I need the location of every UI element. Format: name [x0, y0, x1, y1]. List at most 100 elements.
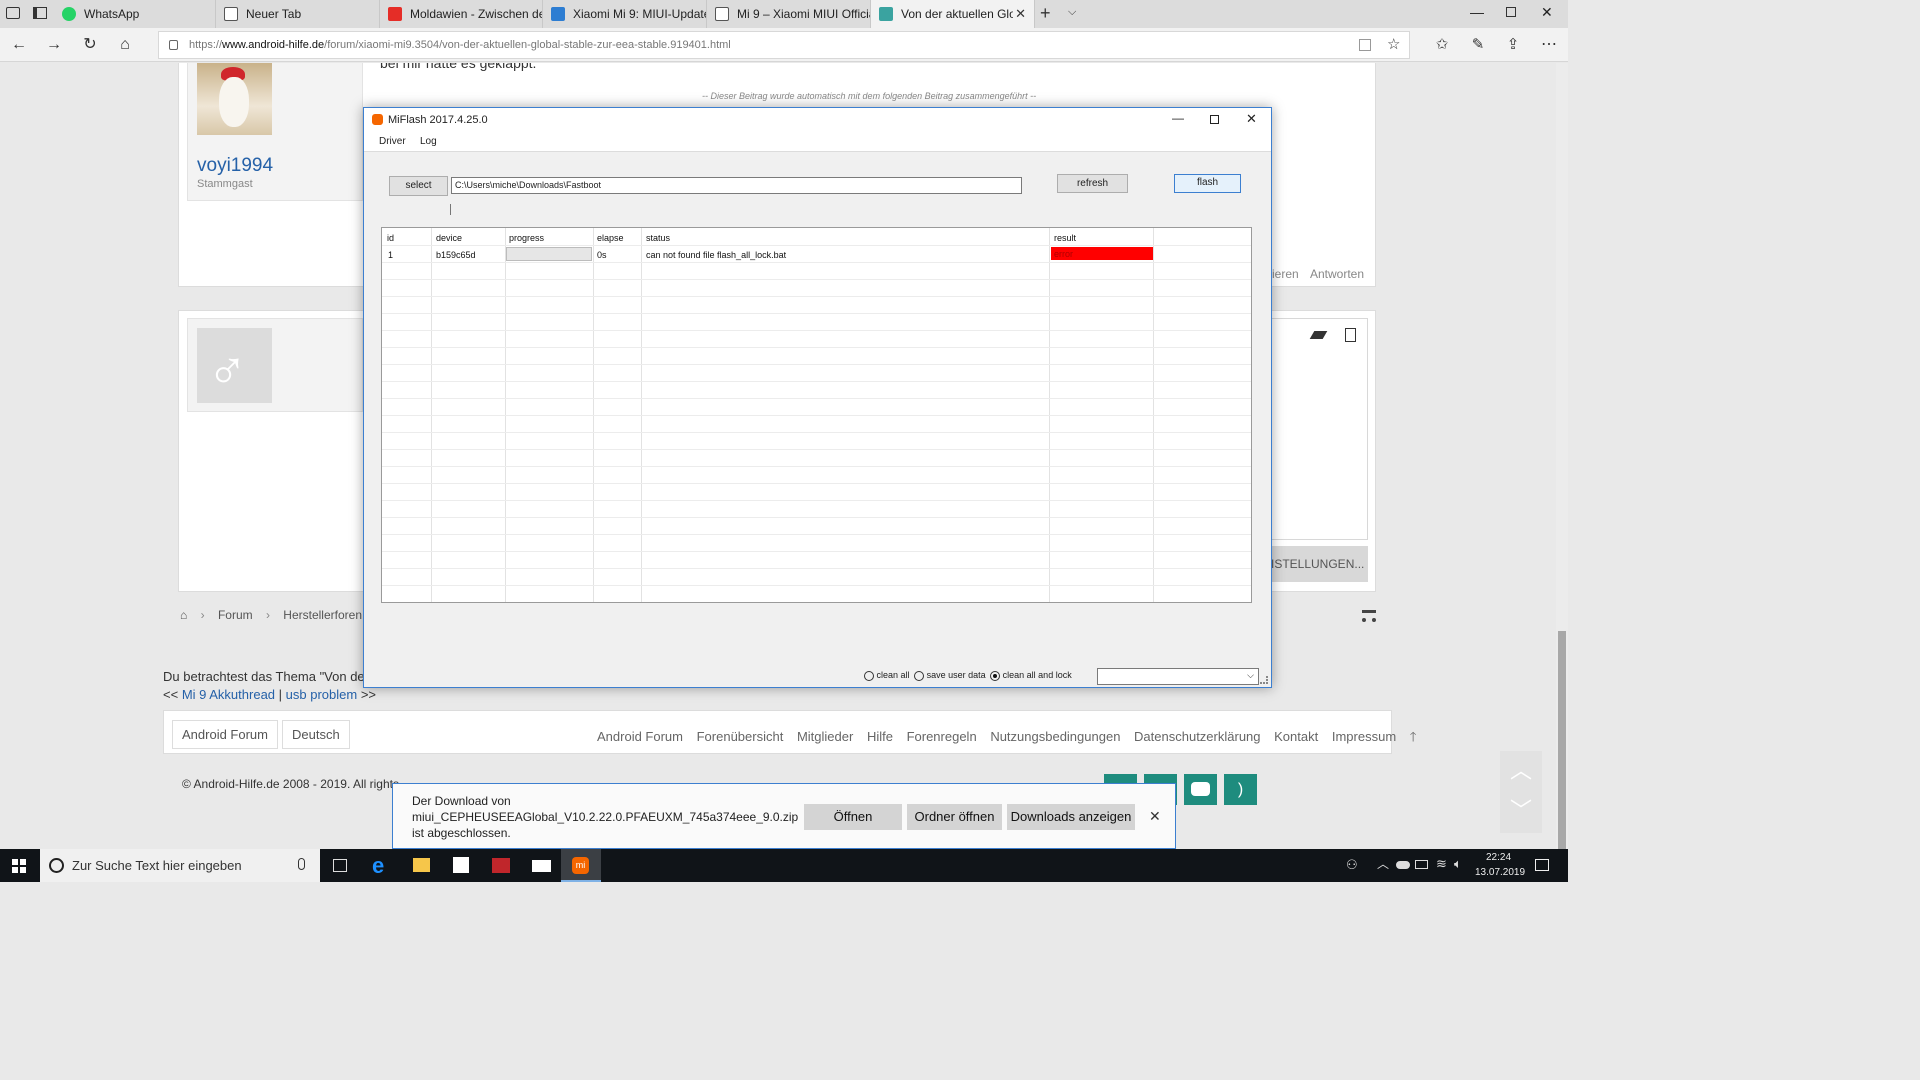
taskbar-date[interactable]: 13.07.2019	[1475, 867, 1525, 878]
scroll-up-widget[interactable]: ︿ ﹀	[1500, 751, 1542, 833]
tab-new[interactable]: Neuer Tab	[216, 0, 380, 28]
share-icon[interactable]: ⇪	[1502, 34, 1524, 56]
radio-clean-all[interactable]	[864, 670, 874, 681]
document-icon[interactable]	[1345, 328, 1356, 342]
footer-link[interactable]: Nutzungsbedingungen	[990, 729, 1120, 744]
tab-xiaomi-update[interactable]: Xiaomi Mi 9: MIUI-Update b	[543, 0, 707, 28]
footer-link[interactable]: Datenschutzerklärung	[1134, 729, 1260, 744]
reading-view-icon[interactable]	[1359, 39, 1371, 51]
close-tab-icon[interactable]: ✕	[1015, 6, 1026, 22]
set-aside-tabs-icon[interactable]	[33, 7, 47, 19]
wifi-icon[interactable]: ≋	[1436, 856, 1447, 872]
column-header-id[interactable]: id	[387, 233, 394, 243]
device-grid[interactable]: id device progress elapse status result …	[381, 227, 1252, 603]
volume-icon[interactable]: 🔈︎	[1454, 856, 1462, 872]
flash-button[interactable]: flash	[1174, 174, 1241, 193]
notification-center-icon[interactable]	[1535, 859, 1549, 871]
post-action-partial[interactable]: ieren	[1272, 267, 1299, 281]
close-icon[interactable]: ✕	[1149, 808, 1161, 825]
task-view-icon[interactable]	[333, 859, 347, 872]
open-button[interactable]: Öffnen	[804, 804, 902, 830]
refresh-button[interactable]: refresh	[1057, 174, 1128, 193]
avatar[interactable]	[197, 63, 272, 135]
miflash-titlebar[interactable]: MiFlash 2017.4.25.0 — ✕	[364, 108, 1271, 132]
app-icon[interactable]	[492, 858, 510, 873]
column-header-result[interactable]: result	[1054, 233, 1076, 243]
refresh-button[interactable]: ↻	[79, 34, 101, 56]
close-button[interactable]: ✕	[1246, 111, 1257, 127]
store-icon[interactable]	[453, 857, 469, 873]
breadcrumb-forum[interactable]: Forum	[218, 608, 253, 622]
footer-link[interactable]: Hilfe	[867, 729, 893, 744]
tab-whatsapp[interactable]: WhatsApp	[54, 0, 216, 28]
reply-link[interactable]: Antworten	[1310, 267, 1364, 281]
more-menu-icon[interactable]: ⋯	[1538, 34, 1560, 56]
microphone-icon[interactable]	[298, 858, 305, 870]
editor-box[interactable]	[1265, 318, 1368, 540]
column-header-device[interactable]: device	[436, 233, 462, 243]
close-window-button[interactable]: ✕	[1541, 4, 1553, 21]
path-field[interactable]: C:\Users\miche\Downloads\Fastboot	[451, 177, 1022, 194]
footer-link[interactable]: Forenübersicht	[697, 729, 784, 744]
scrollbar-thumb[interactable]	[1558, 631, 1566, 849]
footer-link[interactable]: Impressum	[1332, 729, 1396, 744]
chevron-up-icon[interactable]: ︿	[1377, 855, 1389, 872]
back-button[interactable]: ←	[8, 34, 30, 56]
footer-link[interactable]: Mitglieder	[797, 729, 853, 744]
youtube-icon[interactable]	[1184, 774, 1217, 805]
username-link[interactable]: voyi1994	[197, 155, 273, 177]
taskbar-search-input[interactable]: Zur Suche Text hier eingeben	[40, 849, 320, 882]
tab-list-icon[interactable]	[6, 7, 20, 19]
breadcrumb-herstellerforen[interactable]: Herstellerforen	[283, 608, 362, 622]
footer-link[interactable]: Forenregeln	[907, 729, 977, 744]
file-explorer-icon[interactable]	[413, 858, 430, 872]
next-thread-link[interactable]: usb problem	[286, 687, 358, 702]
column-header-status[interactable]: status	[646, 233, 670, 243]
chevron-down-icon[interactable]: ⌵	[1068, 6, 1076, 19]
footer-link[interactable]: Android Forum	[597, 729, 683, 744]
scroll-top-icon[interactable]: 🡑	[1410, 729, 1417, 744]
taskbar-time[interactable]: 22:24	[1486, 852, 1511, 863]
mail-icon[interactable]	[532, 860, 551, 872]
forward-button[interactable]: →	[43, 34, 65, 56]
miflash-taskbar-button[interactable]: mi	[561, 849, 601, 882]
maximize-button[interactable]	[1210, 115, 1219, 124]
minimize-button[interactable]: —	[1172, 111, 1184, 125]
favorite-star-icon[interactable]: ☆	[1387, 32, 1400, 58]
tab-active-android-hilfe[interactable]: Von der aktuellen Globa ✕	[871, 0, 1035, 28]
select-button[interactable]: select	[389, 176, 448, 196]
open-folder-button[interactable]: Ordner öffnen	[907, 804, 1002, 830]
column-header-elapse[interactable]: elapse	[597, 233, 624, 243]
people-icon[interactable]: ⚇	[1346, 857, 1358, 873]
new-tab-button[interactable]: +	[1040, 3, 1051, 24]
cloud-icon[interactable]	[1396, 861, 1410, 869]
resize-grip-icon[interactable]	[1260, 676, 1268, 684]
tab-miui-official[interactable]: Mi 9 – Xiaomi MIUI Official	[707, 0, 871, 28]
edge-icon[interactable]: e	[372, 853, 384, 879]
column-header-progress[interactable]: progress	[509, 233, 544, 243]
windows-start-icon[interactable]	[12, 859, 26, 873]
menu-log[interactable]: Log	[420, 136, 437, 147]
pen-icon[interactable]: ✎	[1467, 34, 1489, 56]
home-icon[interactable]: ⌂	[180, 608, 187, 622]
radio-save-user-data[interactable]	[914, 670, 925, 681]
url-input[interactable]: https://www.android-hilfe.de/forum/xiaom…	[158, 31, 1410, 59]
footer-language-button[interactable]: Deutsch	[282, 720, 350, 749]
page-scrollbar[interactable]	[1556, 63, 1568, 849]
option-dropdown[interactable]: ⌵	[1097, 668, 1259, 685]
footer-link[interactable]: Kontakt	[1274, 729, 1318, 744]
footer-style-button[interactable]: Android Forum	[172, 720, 278, 749]
sitemap-icon[interactable]	[1362, 610, 1376, 622]
radio-clean-all-and-lock[interactable]	[990, 670, 1001, 681]
rss-icon[interactable]: )	[1224, 774, 1257, 805]
show-downloads-button[interactable]: Downloads anzeigen	[1007, 804, 1135, 830]
tab-youtube[interactable]: Moldawien - Zwischen den	[380, 0, 543, 28]
restore-window-button[interactable]	[1506, 7, 1516, 17]
battery-icon[interactable]	[1415, 860, 1428, 869]
menu-driver[interactable]: Driver	[379, 136, 406, 147]
prev-thread-link[interactable]: Mi 9 Akkuthread	[182, 687, 275, 702]
home-button[interactable]: ⌂	[114, 34, 136, 56]
minimize-window-button[interactable]: —	[1470, 4, 1484, 20]
favorites-hub-icon[interactable]: ✩	[1431, 34, 1453, 56]
settings-button-partial[interactable]: ISTELLUNGEN...	[1265, 546, 1368, 582]
